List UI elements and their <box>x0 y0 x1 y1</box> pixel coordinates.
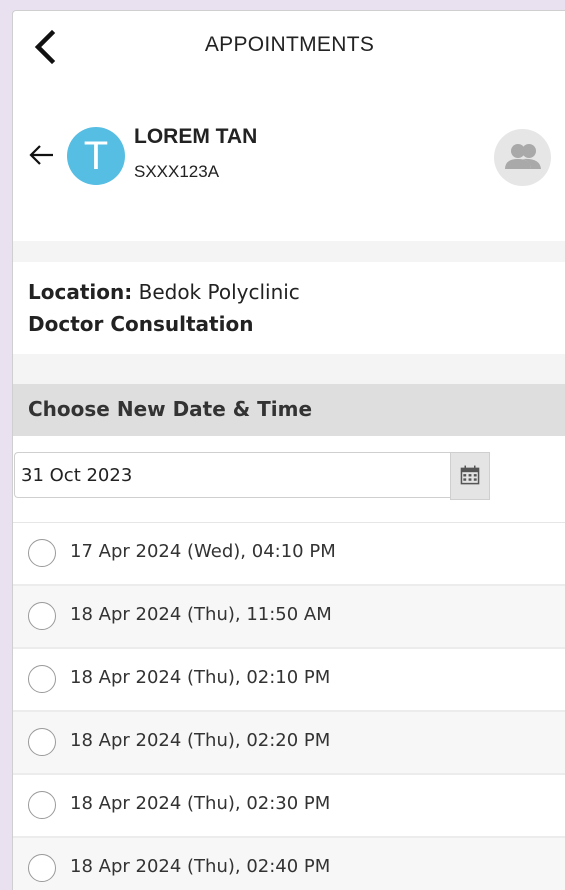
date-input[interactable] <box>14 452 450 498</box>
time-slot-label: 18 Apr 2024 (Thu), 02:30 PM <box>70 793 331 814</box>
location-label: Location: <box>28 280 133 304</box>
people-icon <box>505 144 541 169</box>
time-slot-label: 18 Apr 2024 (Thu), 02:40 PM <box>70 856 331 877</box>
arrow-left-icon[interactable] <box>27 141 55 169</box>
location-value: Bedok Polyclinic <box>138 280 300 304</box>
time-slot-label: 17 Apr 2024 (Wed), 04:10 PM <box>70 541 336 562</box>
time-slot-option[interactable]: 18 Apr 2024 (Thu), 02:30 PM <box>13 775 565 838</box>
patient-name: LOREM TAN <box>134 125 258 148</box>
time-slot-label: 18 Apr 2024 (Thu), 02:10 PM <box>70 667 331 688</box>
radio-button[interactable] <box>28 602 56 630</box>
calendar-button[interactable] <box>450 452 490 500</box>
divider <box>13 354 565 384</box>
location-line: Location: Bedok Polyclinic <box>28 280 300 304</box>
page-title: APPOINTMENTS <box>204 33 375 56</box>
time-slot-label: 18 Apr 2024 (Thu), 11:50 AM <box>70 604 332 625</box>
radio-button[interactable] <box>28 854 56 882</box>
section-title: Choose New Date & Time <box>28 397 313 421</box>
time-slot-label: 18 Apr 2024 (Thu), 02:20 PM <box>70 730 331 751</box>
divider <box>13 241 565 262</box>
chevron-left-icon[interactable] <box>31 29 59 65</box>
calendar-icon <box>460 465 480 485</box>
patient-header: T LOREM TAN SXXX123A <box>13 111 565 211</box>
time-slot-list: 17 Apr 2024 (Wed), 04:10 PM 18 Apr 2024 … <box>13 522 565 890</box>
radio-button[interactable] <box>28 539 56 567</box>
top-bar: APPOINTMENTS <box>13 11 565 83</box>
time-slot-option[interactable]: 18 Apr 2024 (Thu), 11:50 AM <box>13 586 565 649</box>
time-slot-option[interactable]: 17 Apr 2024 (Wed), 04:10 PM <box>13 523 565 586</box>
switch-profile-button[interactable] <box>494 129 551 186</box>
radio-button[interactable] <box>28 728 56 756</box>
radio-button[interactable] <box>28 791 56 819</box>
appointment-details: Location: Bedok Polyclinic Doctor Consul… <box>13 262 565 354</box>
time-slot-option[interactable]: 18 Apr 2024 (Thu), 02:40 PM <box>13 838 565 890</box>
time-slot-option[interactable]: 18 Apr 2024 (Thu), 02:10 PM <box>13 649 565 712</box>
patient-id: SXXX123A <box>134 162 220 181</box>
radio-button[interactable] <box>28 665 56 693</box>
time-slot-option[interactable]: 18 Apr 2024 (Thu), 02:20 PM <box>13 712 565 775</box>
avatar: T <box>67 127 125 185</box>
section-header: Choose New Date & Time <box>13 384 565 436</box>
app-frame: APPOINTMENTS T LOREM TAN SXXX123A Locati… <box>12 10 565 890</box>
service-name: Doctor Consultation <box>28 312 254 336</box>
